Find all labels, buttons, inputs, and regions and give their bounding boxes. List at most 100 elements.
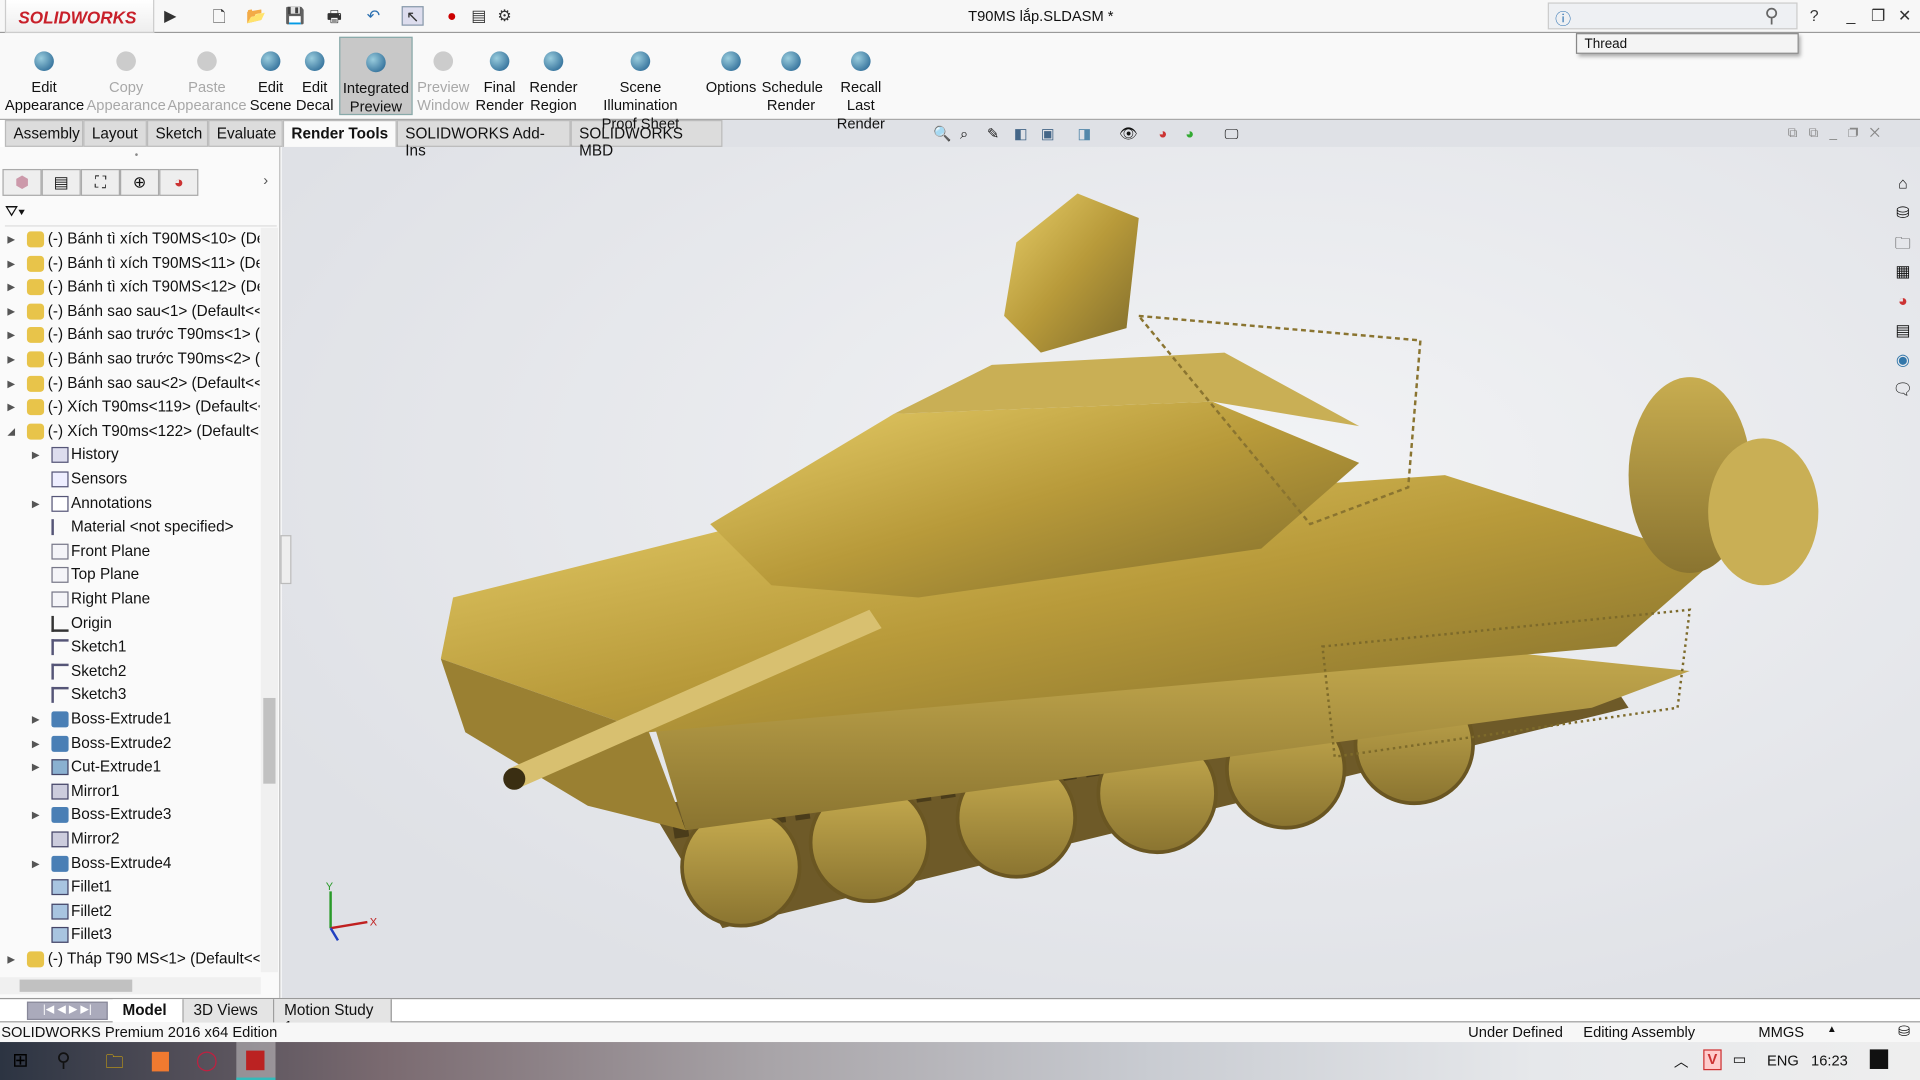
tree-item[interactable]: ▶ (-) Bánh sao trước T90ms<2> (D (0, 348, 260, 371)
display-style-icon[interactable]: ◨ (1078, 125, 1092, 142)
tree-item[interactable]: Mirror2 (0, 828, 260, 851)
expand-arrow-icon[interactable]: ▶ (7, 300, 15, 323)
design-library-icon[interactable]: ⛁ (1892, 203, 1914, 225)
collapse-arrow-icon[interactable]: ◢ (7, 420, 15, 443)
search-taskbar-icon[interactable]: ⚲ (56, 1048, 70, 1072)
copy-appearance-button[interactable]: Copy Appearance (86, 37, 167, 115)
tree-item[interactable]: Fillet3 (0, 924, 260, 947)
home-icon[interactable]: ⌂ (1892, 174, 1914, 196)
tab-render-tools[interactable]: Render Tools (282, 120, 397, 147)
edit-scene-button[interactable]: Edit Scene (250, 37, 291, 115)
tree-item[interactable]: ▶ (-) Xích T90ms<119> (Default<< (0, 396, 260, 419)
tank-model[interactable] (282, 120, 1920, 998)
print-icon[interactable]: 🖶 (323, 6, 345, 25)
expand-arrow-icon[interactable]: ▶ (32, 756, 40, 779)
section-view-icon[interactable]: ◧ (1014, 125, 1028, 142)
view-orientation-icon[interactable]: ▣ (1041, 125, 1055, 142)
close-button[interactable]: ✕ (1898, 6, 1911, 26)
proof-sheet-button[interactable]: Scene Illumination Proof Sheet (583, 37, 698, 132)
select-icon[interactable]: ↖ (401, 6, 424, 26)
expand-arrow-icon[interactable]: ▶ (32, 444, 40, 467)
hide-show-icon[interactable]: 👁 (1119, 125, 1138, 142)
preview-window-button[interactable]: Preview Window (415, 37, 471, 115)
tree-item[interactable]: ▶ (-) Bánh sao trước T90ms<1> (D (0, 324, 260, 347)
undo-icon[interactable]: ↶ (362, 6, 384, 26)
tree-item[interactable]: Sketch2 (0, 660, 260, 683)
forum-icon[interactable]: 🗨 (1892, 380, 1914, 402)
graphics-area[interactable]: Y X (281, 120, 1920, 998)
clock[interactable]: 16:23 (1811, 1052, 1848, 1069)
tab-evaluate[interactable]: Evaluate (208, 120, 283, 147)
view-palette-icon[interactable]: ▦ (1892, 262, 1914, 284)
minimize-button[interactable]: _ (1847, 6, 1856, 24)
configuration-manager-tab-icon[interactable]: ⛶ (80, 168, 121, 196)
tree-item[interactable]: ▶ (-) Bánh sao sau<2> (Default<< (0, 372, 260, 395)
expand-arrow-icon[interactable]: ▶ (7, 396, 15, 419)
language-indicator[interactable]: ENG (1767, 1052, 1799, 1069)
file-explorer-icon[interactable]: 🗀 (1892, 233, 1914, 255)
tree-item[interactable]: ◢ (-) Xích T90ms<122> (Default<< (0, 420, 260, 443)
bottom-tab-motion-study-1[interactable]: Motion Study 1 (274, 999, 392, 1036)
units-selector[interactable]: MMGS (1758, 1024, 1804, 1041)
tree-item[interactable]: ▶ (-) Bánh tì xích T90MS<11> (Def (0, 252, 260, 275)
save-icon[interactable]: 💾 (284, 6, 306, 26)
notifications-icon[interactable] (1869, 1049, 1889, 1069)
expand-arrow-icon[interactable]: ▶ (32, 492, 40, 515)
tree-item[interactable]: ▶ History (0, 444, 260, 467)
tree-item[interactable]: ▶ Boss-Extrude1 (0, 708, 260, 731)
options-gear-icon[interactable]: ⚙ (493, 6, 515, 26)
expand-arrow-icon[interactable]: ▶ (7, 372, 15, 395)
feature-manager-tab-icon[interactable]: ⬢ (2, 168, 42, 196)
tree-item[interactable]: Front Plane (0, 540, 260, 563)
tab-sketch[interactable]: Sketch (146, 120, 209, 147)
integrated-preview-button[interactable]: Integrated Preview (339, 36, 413, 116)
expand-arrow-icon[interactable]: ▶ (7, 228, 15, 251)
tree-item[interactable]: Material <not specified> (0, 516, 260, 539)
tree-item[interactable]: Sensors (0, 468, 260, 491)
scrollbar-thumb[interactable] (263, 697, 276, 784)
search-box[interactable]: ⓘ ⚲ (1547, 2, 1798, 30)
tree-item[interactable]: Right Plane (0, 588, 260, 611)
dimxpert-tab-icon[interactable]: ⊕ (120, 168, 160, 196)
bottom-tab-3d-views[interactable]: 3D Views (183, 999, 275, 1023)
tray-expand-icon[interactable]: ︿ (1674, 1051, 1689, 1072)
edit-decal-button[interactable]: Edit Decal (294, 37, 336, 115)
expand-arrow-icon[interactable]: ▶ (32, 852, 40, 875)
expand-arrow-icon[interactable]: ▶ (7, 324, 15, 347)
expand-arrow-icon[interactable]: ▶ (7, 252, 15, 275)
render-region-button[interactable]: Render Region (527, 37, 581, 115)
display-manager-tab-icon[interactable]: ◕ (159, 168, 199, 196)
file-properties-icon[interactable]: ▤ (468, 6, 490, 26)
units-arrow-icon[interactable]: ▲ (1827, 1024, 1837, 1035)
antivirus-tray-icon[interactable]: V (1703, 1049, 1722, 1071)
solidworks-logo[interactable]: SOLIDWORKS (4, 0, 155, 34)
custom-properties-icon[interactable]: ▤ (1892, 321, 1914, 343)
expand-arrow-icon[interactable]: ▶ (7, 948, 15, 971)
solidworks-taskbar-icon[interactable] (236, 1042, 276, 1080)
expand-arrow-icon[interactable]: ▶ (32, 732, 40, 755)
viewport-window-controls[interactable]: ⧉ ⧉ _ ❐ ✕ (1788, 126, 1880, 142)
windows-start-icon[interactable]: ⊞ (12, 1048, 28, 1072)
file-explorer-taskbar-icon[interactable]: 🗀 (105, 1049, 123, 1080)
expand-arrow-icon[interactable]: ▶ (7, 276, 15, 299)
tree-item[interactable]: Top Plane (0, 564, 260, 587)
apply-scene-icon[interactable]: ◕ (1185, 125, 1194, 142)
tree-item[interactable]: ▶ (-) Bánh sao sau<1> (Default<< (0, 300, 260, 323)
panel-splitter[interactable]: • (135, 149, 138, 160)
new-document-icon[interactable]: 🗋 (208, 6, 230, 25)
scrollbar-thumb[interactable] (19, 979, 133, 992)
tab-assembly[interactable]: Assembly (4, 120, 84, 147)
appearances-icon[interactable]: ◕ (1892, 291, 1914, 313)
property-manager-tab-icon[interactable]: ▤ (41, 168, 81, 196)
bottom-tab-model[interactable]: Model (112, 999, 184, 1023)
tree-item[interactable]: ▶ (-) Tháp T90 MS<1> (Default<< (0, 948, 260, 971)
zoom-to-fit-icon[interactable]: 🔍 (933, 125, 951, 142)
tree-item[interactable]: ▶ (-) Bánh tì xích T90MS<10> (Def (0, 228, 260, 251)
options-button[interactable]: Options (703, 37, 759, 115)
tree-item[interactable]: ▶ Boss-Extrude3 (0, 804, 260, 827)
tree-item[interactable]: ▶ Cut-Extrude1 (0, 756, 260, 779)
edit-appearance-hud-icon[interactable]: ◕ (1158, 125, 1167, 142)
tree-item[interactable]: Fillet1 (0, 876, 260, 899)
tree-item[interactable]: ▶ Boss-Extrude4 (0, 852, 260, 875)
tree-horizontal-scrollbar[interactable] (0, 977, 261, 995)
